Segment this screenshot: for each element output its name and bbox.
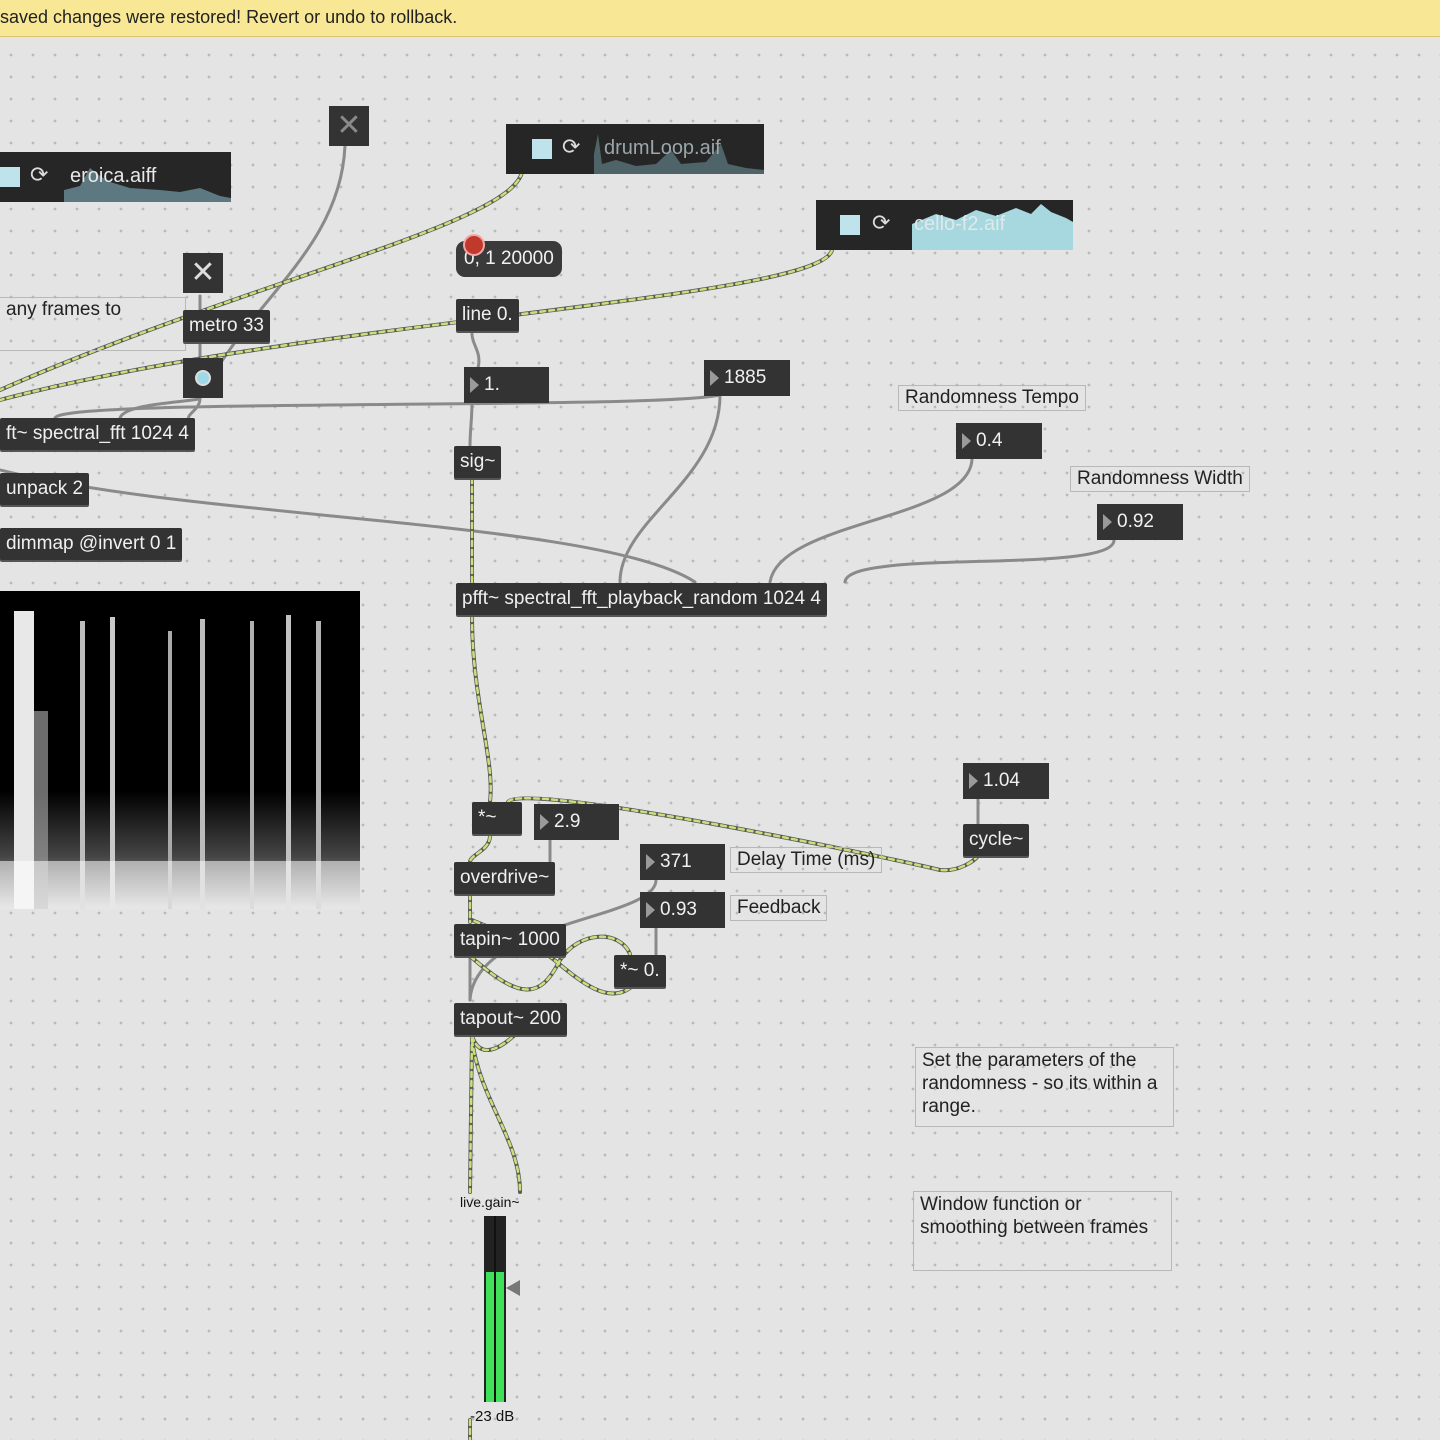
number-arrow-icon: [1103, 514, 1112, 530]
number-arrow-icon: [646, 902, 655, 918]
number-value: 2.9: [554, 811, 581, 832]
playlist-eroica[interactable]: ⟳ eroica.aiff: [0, 152, 231, 202]
number-box-1885[interactable]: 1885: [704, 360, 790, 396]
meter-channel-divider: [494, 1216, 496, 1402]
line-object[interactable]: line 0.: [456, 299, 519, 331]
number-value: 0.4: [976, 430, 1003, 451]
number-random-width[interactable]: 0.92: [1097, 504, 1183, 540]
playlist-cello[interactable]: ⟳ cello-f2.aif: [816, 200, 1073, 250]
number-arrow-icon: [969, 773, 978, 789]
number-delay-time[interactable]: 371: [640, 844, 725, 880]
comment-random-width: Randomness Width: [1070, 466, 1250, 492]
number-value: 1.: [484, 374, 500, 395]
bang-circle-icon: [195, 370, 211, 386]
toggle-top[interactable]: ✕: [329, 106, 369, 146]
stop-square-icon[interactable]: [840, 215, 860, 235]
number-arrow-icon: [962, 433, 971, 449]
pfft-record-object[interactable]: ft~ spectral_fft 1024 4: [0, 418, 195, 450]
number-arrow-icon: [646, 854, 655, 870]
playlist-filename: cello-f2.aif: [914, 213, 1006, 235]
patchcord: [618, 393, 722, 584]
gain-slider-handle-icon[interactable]: [506, 1280, 520, 1296]
number-arrow-icon: [470, 377, 479, 393]
patchcord: [468, 400, 474, 448]
tapin-object[interactable]: tapin~ 1000: [454, 924, 566, 956]
comment-set-parameters: Set the parameters of the randomness - s…: [915, 1047, 1174, 1127]
stop-square-icon[interactable]: [0, 167, 20, 187]
overdrive-object[interactable]: overdrive~: [454, 862, 556, 894]
cycle-object[interactable]: cycle~: [963, 824, 1030, 856]
number-arrow-icon: [710, 370, 719, 386]
dimmap-object[interactable]: dimmap @invert 0 1: [0, 528, 183, 560]
number-arrow-icon: [540, 814, 549, 830]
number-overdrive-drive[interactable]: 2.9: [534, 804, 619, 840]
patchcord: [470, 332, 481, 370]
number-value: 0.92: [1117, 511, 1154, 532]
metro-object[interactable]: metro 33: [183, 310, 270, 342]
playlist-filename: drumLoop.aif: [604, 137, 721, 159]
sig-object[interactable]: sig~: [454, 446, 502, 478]
playlist-filename: eroica.aiff: [70, 165, 157, 187]
live-gain-meter[interactable]: [484, 1216, 506, 1402]
multiply-signal-object[interactable]: *~: [472, 802, 522, 834]
comment-window-function: Window function or smoothing between fra…: [913, 1191, 1172, 1271]
loop-arrows-icon[interactable]: ⟳: [562, 134, 580, 160]
comment-random-tempo: Randomness Tempo: [898, 385, 1086, 411]
comment-delay-time: Delay Time (ms): [730, 847, 883, 873]
number-random-tempo[interactable]: 0.4: [956, 423, 1042, 459]
unpack-object[interactable]: unpack 2: [0, 473, 90, 505]
number-cycle-frequency[interactable]: 1.04: [963, 763, 1049, 799]
comment-frames-text: any frames to: [6, 299, 122, 320]
loop-arrows-icon[interactable]: ⟳: [872, 210, 890, 236]
spectrogram-image: [0, 611, 360, 909]
multiply-feedback-object[interactable]: *~ 0.: [614, 955, 666, 987]
close-x-icon: ✕: [336, 109, 362, 142]
loop-arrows-icon[interactable]: ⟳: [30, 162, 48, 188]
comment-feedback: Feedback: [730, 895, 828, 921]
number-value: 371: [660, 851, 692, 872]
toggle-metro[interactable]: ✕: [183, 253, 223, 293]
number-value: 1.04: [983, 770, 1020, 791]
patchcord: [53, 393, 722, 420]
number-value: 1885: [724, 367, 767, 388]
spectrogram-display: [0, 591, 360, 909]
mouse-pointer-icon: [463, 234, 485, 256]
number-value: 0.93: [660, 899, 697, 920]
live-gain-title: live.gain~: [460, 1194, 520, 1210]
pfft-playback-object[interactable]: pfft~ spectral_fft_playback_random 1024 …: [456, 583, 827, 615]
number-feedback[interactable]: 0.93: [640, 892, 725, 928]
live-gain-value: -23 dB: [470, 1408, 515, 1425]
tapout-object[interactable]: tapout~ 200: [454, 1003, 567, 1035]
playlist-drumloop[interactable]: ⟳ drumLoop.aif: [506, 124, 764, 174]
patchcord: [843, 538, 1116, 584]
patchcord: [0, 468, 697, 584]
stop-square-icon[interactable]: [532, 139, 552, 159]
number-box-float[interactable]: 1.: [464, 367, 549, 403]
bang-button[interactable]: [183, 358, 223, 398]
comment-frames: any frames to: [0, 297, 186, 351]
close-x-icon: ✕: [190, 256, 216, 289]
